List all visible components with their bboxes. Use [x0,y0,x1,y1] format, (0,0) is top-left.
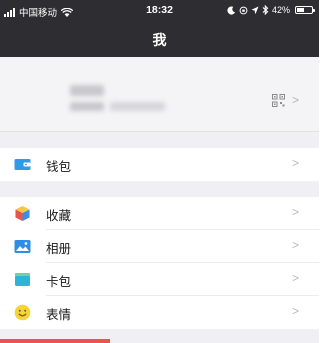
menu-item-stickers[interactable]: 表情 > [0,296,319,329]
profile-chevron-icon: > [292,93,300,107]
moon-icon [227,5,236,15]
battery-percent: 42% [271,5,290,15]
location-arrow-icon [251,6,259,14]
favorites-cube-icon [15,206,30,221]
orientation-lock-icon [239,6,248,14]
status-bar: 中国移动 18:32 42% [0,0,319,22]
smiley-icon [14,304,31,321]
menu-label-cards: 卡包 [46,275,72,289]
nav-header: 中国移动 18:32 42% 我 [0,0,319,57]
menu-label-favorites: 收藏 [46,209,72,223]
menu-label-stickers: 表情 [46,308,72,322]
menu-item-cards[interactable]: 卡包 > [0,263,319,296]
chevron-right-icon: > [292,238,300,252]
battery-level-fill [297,8,304,12]
blurred-account-id [110,102,165,111]
status-right: 42% [227,5,315,15]
album-icon [14,240,31,253]
blurred-nickname [70,85,104,96]
chevron-right-icon: > [292,304,300,318]
menu-label-album: 相册 [46,242,72,256]
menu-label-wallet: 钱包 [46,160,72,174]
card-wallet-icon [15,273,30,286]
menu-item-wallet[interactable]: 钱包 > [0,148,319,181]
section-gap [0,132,319,148]
wallet-icon [14,159,31,170]
chevron-right-icon: > [292,205,300,219]
blurred-account-label [70,102,104,111]
page-title: 我 [152,32,167,48]
menu-item-favorites[interactable]: 收藏 > [0,197,319,230]
qr-code-icon[interactable] [272,94,285,107]
next-section-accent [0,339,110,343]
section-gap [0,181,319,197]
chevron-right-icon: > [292,156,300,170]
bluetooth-icon [262,5,269,15]
menu-item-album[interactable]: 相册 > [0,230,319,263]
battery-icon [295,6,315,14]
chevron-right-icon: > [292,271,300,285]
